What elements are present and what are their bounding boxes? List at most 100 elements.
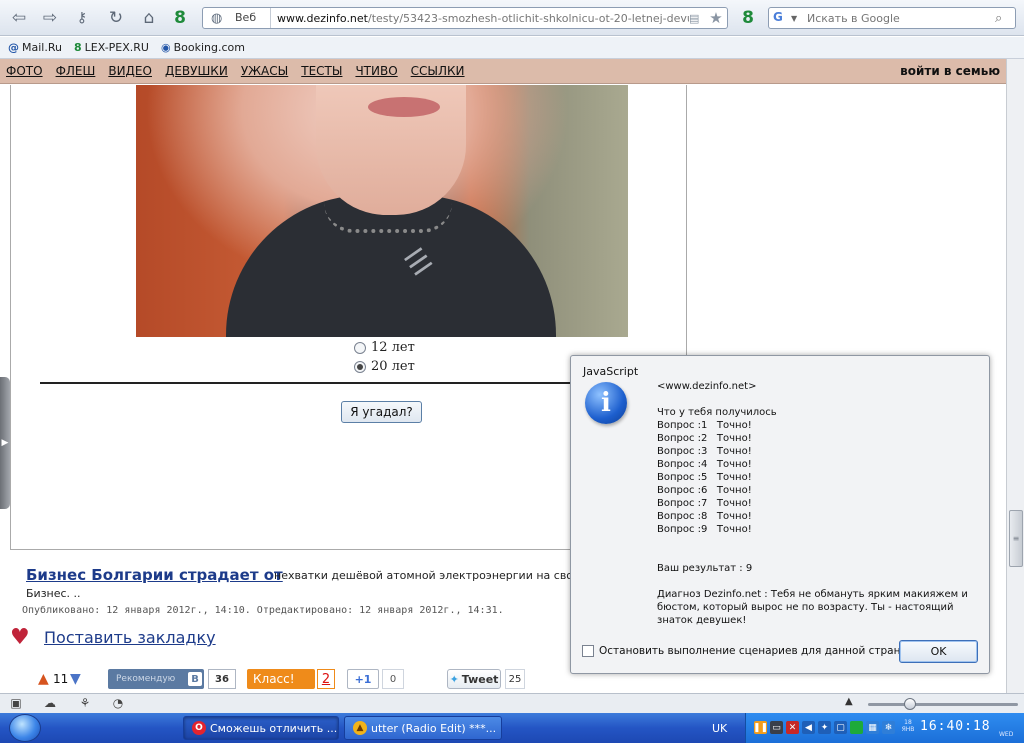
bookmark-booking[interactable]: ◉ Booking.com [161, 41, 245, 54]
zoom-slider-track[interactable] [868, 703, 1018, 706]
submit-guess-button[interactable]: Я угадал? [341, 401, 422, 423]
home-button[interactable]: ⌂ [137, 6, 161, 30]
nav-link-horror[interactable]: УЖАСЫ [241, 64, 288, 78]
arrow-up-icon[interactable]: ▲ [38, 669, 49, 689]
odnoklassniki-count: 2 [317, 669, 335, 689]
search-box[interactable]: G ▼ ⌕ [768, 7, 1016, 29]
reload-icon: ↻ [108, 8, 124, 28]
nav-link-video[interactable]: ВИДЕО [108, 64, 152, 78]
message-line: Вопрос :1 Точно! [657, 420, 752, 431]
scroll-thumb[interactable]: ≡ [1009, 510, 1023, 567]
address-bar[interactable]: ◍ Веб www.dezinfo.net/testy/53423-smozhe… [202, 7, 728, 29]
message-line: Вопрос :5 Точно! [657, 472, 752, 483]
search-type-label[interactable]: Веб [229, 8, 271, 28]
taskbar-item-label: utter (Radio Edit) ***... [371, 721, 497, 735]
taskbar-item-player[interactable]: ▲ utter (Radio Edit) ***... [344, 716, 502, 740]
status-icon[interactable] [850, 721, 863, 734]
stop-scripts-checkbox[interactable] [582, 645, 594, 657]
nav-link-links[interactable]: ССЫЛКИ [411, 64, 465, 78]
javascript-alert-dialog: JavaScript i <www.dezinfo.net> Что у теб… [570, 355, 990, 674]
at-icon: @ [8, 41, 19, 54]
chevron-down-icon[interactable]: ▼ [791, 14, 803, 23]
clock[interactable]: 16:40:18 [920, 719, 991, 734]
join-link[interactable]: войти в семью [900, 64, 1000, 78]
message-line: Вопрос :7 Точно! [657, 498, 752, 509]
language-indicator[interactable]: UK [712, 722, 727, 735]
extension-button-2[interactable]: 8 [736, 6, 760, 30]
aimp-icon: ▲ [353, 721, 367, 735]
answer-option-20[interactable]: 20 лет [354, 359, 415, 374]
share-icon[interactable]: ⚘ [77, 696, 93, 712]
url-text[interactable]: www.dezinfo.net/testy/53423-smozhesh-otl… [271, 12, 689, 25]
message-line [657, 549, 977, 562]
app-icon[interactable]: ✦ [818, 721, 831, 734]
arrow-down-icon[interactable]: ▼ [70, 669, 81, 689]
stop-scripts-option[interactable]: Остановить выполнение сценариев для данн… [582, 645, 923, 657]
message-line: Ваш результат : 9 [657, 563, 753, 574]
nav-link-photo[interactable]: ФОТО [6, 64, 43, 78]
chevron-up-icon[interactable]: ▲ [845, 696, 853, 707]
extension-icon: 8 [73, 41, 82, 54]
message-line: Вопрос :4 Точно! [657, 459, 752, 470]
terminal-icon[interactable]: ▣ [8, 696, 24, 712]
bookmark-mailru[interactable]: @ Mail.Ru [8, 41, 62, 54]
add-bookmark-link[interactable]: Поставить закладку [44, 628, 216, 647]
arrow-right-icon: ⇨ [42, 8, 58, 28]
vertical-scrollbar[interactable]: ≡ [1006, 59, 1024, 693]
google-plus-button[interactable]: +1 [347, 669, 379, 689]
nav-link-flash[interactable]: ФЛЕШ [56, 64, 96, 78]
search-icon[interactable]: ⌕ [995, 11, 1015, 26]
nav-link-reading[interactable]: ЧТИВО [355, 64, 397, 78]
nav-link-girls[interactable]: ДЕВУШКИ [165, 64, 228, 78]
photo-necklace [324, 203, 452, 233]
start-button[interactable] [9, 714, 41, 742]
nav-link-tests[interactable]: ТЕСТЫ [301, 64, 342, 78]
password-manager-button[interactable]: ⚷ [70, 6, 94, 30]
extension-button[interactable]: 8 [168, 6, 192, 30]
pause-icon[interactable]: ❚❚ [753, 721, 768, 734]
google-icon[interactable]: G [773, 10, 791, 26]
radio-button[interactable] [354, 341, 366, 354]
url-domain: www.dezinfo.net [277, 11, 368, 25]
tweet-button[interactable]: ✦ Tweet [447, 669, 501, 689]
bookmark-label: LEX-PEX.RU [84, 41, 149, 54]
rss-icon[interactable]: ▤ [689, 12, 705, 25]
article-snippet: нехватки дешёвой атомной электроэнергии … [274, 569, 587, 582]
snowflake-icon[interactable]: ❄ [882, 721, 895, 734]
volume-icon[interactable]: ◀ [802, 721, 815, 734]
message-line: Вопрос :8 Точно! [657, 511, 752, 522]
play-icon: ▶ [1, 438, 9, 448]
globe-icon: ◍ [211, 10, 223, 26]
monitor-icon[interactable]: ▭ [770, 721, 783, 734]
google-plus-count: 0 [382, 669, 404, 689]
search-input[interactable] [803, 11, 995, 25]
back-button[interactable]: ⇦ [7, 6, 31, 30]
network-error-icon[interactable]: ✕ [786, 721, 799, 734]
dialog-ok-button[interactable]: OK [899, 640, 978, 663]
diagnosis-text: Диагноз Dezinfo.net : Тебя не обмануть я… [657, 589, 968, 626]
cloud-icon[interactable]: ☁ [42, 696, 58, 712]
site-navigation: ФОТО ФЛЕШ ВИДЕО ДЕВУШКИ УЖАСЫ ТЕСТЫ ЧТИВ… [0, 59, 1006, 84]
windows-icon[interactable]: ▢ [834, 721, 847, 734]
heart-icon[interactable]: ♥ [10, 625, 30, 650]
reload-button[interactable]: ↻ [104, 6, 128, 30]
speed-dial-icon[interactable]: ◔ [110, 696, 126, 712]
answer-label: 12 лет [371, 340, 415, 355]
zoom-slider-knob[interactable] [904, 698, 916, 710]
answer-option-12[interactable]: 12 лет [354, 340, 415, 355]
taskbar: O Сможешь отличить ... ▲ utter (Radio Ed… [0, 713, 1024, 743]
message-line: Вопрос :9 Точно! [657, 524, 752, 535]
vote-count: 11 [53, 672, 69, 686]
message-line: Вопрос :2 Точно! [657, 433, 752, 444]
radio-button-selected[interactable] [354, 360, 366, 373]
display-icon[interactable]: ▦ [866, 721, 879, 734]
browser-toolbar: ⇦ ⇨ ⚷ ↻ ⌂ 8 ◍ Веб www.dezinfo.net/testy/… [0, 0, 1024, 36]
extension-icon: 8 [742, 8, 754, 28]
side-panel-toggle[interactable]: ▶ [0, 377, 10, 509]
bookmark-lexpex[interactable]: 8 LEX-PEX.RU [74, 41, 149, 54]
taskbar-item-browser[interactable]: O Сможешь отличить ... [183, 716, 339, 740]
star-icon[interactable]: ★ [705, 9, 727, 27]
forward-button[interactable]: ⇨ [38, 6, 62, 30]
article-title-link[interactable]: Бизнес Болгарии страдает от [26, 566, 283, 584]
odnoklassniki-button[interactable]: Класс! [247, 669, 315, 689]
